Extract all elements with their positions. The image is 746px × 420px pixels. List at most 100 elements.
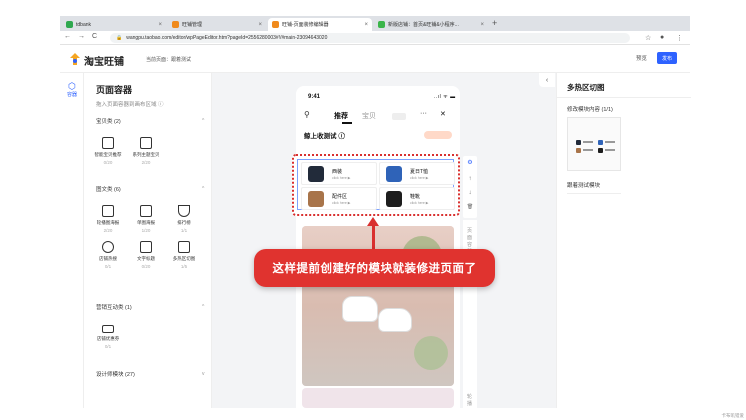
move-down-icon[interactable]: ↓ [463, 190, 477, 196]
section-header-marketing[interactable]: 营销互动类 (1) [96, 303, 132, 311]
suit-image [308, 166, 324, 182]
publish-button[interactable]: 发布 [657, 52, 677, 64]
hotzone-tile-shoes[interactable]: 鞋靴 click here ▶ [379, 187, 455, 210]
tab-close-icon[interactable]: × [364, 22, 368, 28]
tab-recommend[interactable]: 推荐 [334, 111, 348, 121]
tab-close-icon[interactable]: × [158, 22, 162, 28]
browser-tab-wangpu-manage[interactable]: 旺铺管理 × [168, 18, 266, 31]
browser-tab-new-store[interactable]: 新版店铺：首页&旺铺&小程序... × [374, 18, 488, 31]
component-text-title[interactable]: 文字标题 0/20 [128, 241, 164, 269]
thumb-tile [576, 140, 596, 148]
component-hotzone[interactable]: 多热区切图 1/5 [166, 241, 202, 269]
hotzone-tile-suit[interactable]: 西装 click here ▶ [301, 162, 377, 185]
thumb-tile [598, 140, 618, 148]
follow-button[interactable] [424, 131, 452, 139]
tab-label: 新版店铺：首页&旺铺&小程序... [388, 22, 459, 28]
trash-icon[interactable]: 🗑 [463, 204, 477, 210]
preview-button[interactable]: 预览 [636, 54, 647, 62]
hotzone-module-selected[interactable]: 西装 click here ▶ 夏日T恤 click here ▶ 配件区 cl… [292, 154, 460, 216]
hotzone-tile-accessories[interactable]: 配件区 click here ▶ [301, 187, 377, 210]
component-ranking[interactable]: 排行榜 1/1 [166, 205, 202, 233]
app-header: 淘宝旺铺 当前页面：跟着测试 预览 发布 [60, 45, 690, 73]
chevron-up-icon[interactable]: ^ [202, 304, 204, 310]
carousel-icon [102, 205, 114, 217]
app-logo-text: 淘宝旺铺 [84, 57, 124, 68]
component-name: 排行榜 [177, 220, 191, 225]
tile-link: click here ▶ [332, 201, 351, 205]
tab-close-icon[interactable]: × [480, 22, 484, 28]
taobao-logo-icon [70, 53, 80, 65]
rail-item-label: 容器 [66, 92, 77, 98]
component-coupon[interactable]: 店铺优惠券 0/1 [90, 323, 126, 349]
thumb-tile [598, 148, 618, 156]
section-header-product[interactable]: 宝贝类 (2) [96, 117, 121, 125]
hotzone-tile-tshirt[interactable]: 夏日T恤 click here ▶ [379, 162, 455, 185]
rail-item-container[interactable]: ⬡ 容器 [60, 81, 84, 98]
component-smart-recommend[interactable]: 智能宝贝推荐 0/20 [90, 137, 126, 165]
url-input[interactable]: 🔒 wangpu.taobao.com/editor/wpPageEditor.… [110, 33, 630, 43]
divider [557, 97, 691, 98]
component-single-image[interactable]: 单图海报 1/20 [128, 205, 164, 233]
component-hot-search[interactable]: 店铺热搜 0/1 [90, 241, 126, 269]
phone-time: 9:41 [308, 94, 321, 100]
chevron-up-icon[interactable]: ^ [202, 118, 204, 124]
browser-tab-bar: tdbank × 旺铺管理 × 旺铺-页面装修编辑器 × 新版店铺：首页&旺铺&… [60, 16, 690, 31]
new-tab-button[interactable]: + [492, 18, 497, 28]
profile-icon[interactable]: ● [660, 34, 664, 41]
back-icon[interactable]: ← [64, 33, 71, 40]
tile-name: 西装 [332, 169, 343, 175]
phone-preview: 9:41 ..ıl ᯤ ▬ ⚲ 推荐 宝贝 ··· ✕ 鲸上收测试 ⓘ [296, 86, 460, 408]
section-header-designer[interactable]: 设计师模块 (27) [96, 370, 135, 378]
chevron-down-icon[interactable]: v [202, 371, 205, 377]
component-series-theme[interactable]: 系列主题宝贝 2/20 [128, 137, 164, 165]
shoes-image [386, 191, 402, 207]
gear-icon[interactable]: ⚙ [463, 159, 477, 166]
panel-subtitle: 拖入页面容器到画布区域 ⓘ [96, 102, 164, 108]
component-name: 轮播图海报 [96, 220, 120, 225]
hot-search-icon [102, 241, 114, 253]
more-icon[interactable]: ··· [420, 110, 427, 117]
tab-label: 旺铺-页面装修编辑器 [282, 22, 329, 28]
component-name: 店铺优惠券 [96, 336, 120, 341]
properties-panel: 多热区切图 修改模块内容 (1/1) 跟着测试模块 [556, 73, 691, 408]
reload-icon[interactable]: C [92, 33, 97, 40]
component-name: 智能宝贝推荐 [94, 152, 122, 157]
forward-icon[interactable]: → [78, 33, 85, 40]
tab-label: 旺铺管理 [182, 22, 203, 28]
component-name: 系列主题宝贝 [132, 152, 160, 157]
section-header-graphic[interactable]: 图文类 (6) [96, 185, 121, 193]
tab-favicon-icon [172, 21, 179, 28]
tab-favicon-icon [378, 21, 385, 28]
phone-status-icons: ..ıl ᯤ ▬ [434, 94, 456, 100]
menu-kebab-icon[interactable]: ⋮ [676, 34, 683, 42]
search-icon[interactable]: ⚲ [304, 110, 310, 119]
tab-favicon-icon [272, 21, 279, 28]
component-panel: 页面容器 拖入页面容器到画布区域 ⓘ 宝贝类 (2) ^ 智能宝贝推荐 0/20… [84, 73, 212, 408]
module-thumbnail[interactable] [567, 117, 621, 171]
tile-link: click here ▶ [410, 201, 429, 205]
tile-name: 鞋靴 [410, 194, 421, 200]
component-carousel[interactable]: 轮播图海报 2/20 [90, 205, 126, 233]
tab-underline [342, 122, 352, 124]
component-name: 店铺热搜 [99, 256, 117, 261]
component-name: 文字标题 [137, 256, 155, 261]
tile-name: 配件区 [332, 194, 348, 200]
close-icon[interactable]: ✕ [440, 110, 446, 118]
move-up-icon[interactable]: ↑ [463, 176, 477, 182]
bookmark-star-icon[interactable]: ☆ [645, 34, 651, 42]
chevron-up-icon[interactable]: ^ [202, 186, 204, 192]
browser-tab-tdbank[interactable]: tdbank × [62, 18, 166, 31]
next-module-placeholder [302, 388, 454, 408]
help-icon[interactable]: ⓘ [158, 102, 164, 108]
component-count: 2/20 [141, 160, 151, 165]
store-name: 鲸上收测试 ⓘ [304, 133, 345, 140]
tab-close-icon[interactable]: × [258, 22, 262, 28]
module-name: 跟着测试模块 [567, 183, 601, 189]
tab-products[interactable]: 宝贝 [362, 111, 376, 121]
component-count: 1/20 [141, 228, 151, 233]
right-panel-toggle[interactable]: ‹ [539, 73, 555, 87]
component-count: 0/20 [141, 264, 151, 269]
callout-arrow-shaft [372, 224, 375, 250]
component-name: 多热区切图 [172, 256, 196, 261]
browser-tab-page-editor[interactable]: 旺铺-页面装修编辑器 × [268, 18, 372, 31]
